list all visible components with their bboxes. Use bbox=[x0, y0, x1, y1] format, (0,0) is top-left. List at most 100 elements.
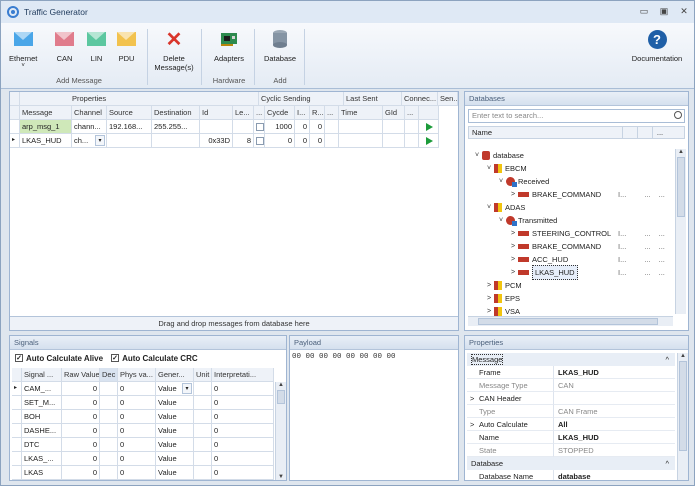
database-search-input[interactable]: Enter text to search... bbox=[468, 109, 685, 123]
property-value[interactable]: All bbox=[554, 418, 675, 431]
signal-name[interactable]: CAM_... bbox=[22, 382, 62, 396]
property-row[interactable]: > CAN Header bbox=[467, 392, 675, 405]
col-unit[interactable]: Unit bbox=[194, 368, 212, 382]
chevron-down-icon[interactable]: ˅ bbox=[484, 162, 494, 175]
signal-interpretation[interactable]: 0 bbox=[212, 396, 274, 410]
chevron-down-icon[interactable]: ˅ bbox=[484, 201, 494, 214]
row-destination[interactable]: 255.255... bbox=[152, 120, 200, 134]
signal-generator[interactable]: Value bbox=[156, 396, 194, 410]
documentation-button[interactable]: ? Documentation bbox=[625, 27, 689, 63]
property-row[interactable]: Name LKAS_HUD bbox=[467, 431, 675, 444]
row-source[interactable] bbox=[107, 134, 152, 148]
signals-scrollbar[interactable]: ▲ ▼ bbox=[275, 382, 286, 480]
can-button[interactable]: CAN bbox=[55, 27, 74, 63]
property-value[interactable]: CAN bbox=[554, 379, 675, 392]
signal-name[interactable]: LKAS bbox=[22, 466, 62, 480]
col-gid[interactable]: GId bbox=[383, 106, 405, 120]
signal-phys-value[interactable]: 0 bbox=[118, 438, 156, 452]
signal-phys-value[interactable]: 0 bbox=[118, 452, 156, 466]
signal-phys-value[interactable]: 0 bbox=[118, 382, 156, 396]
property-row[interactable]: Message Type CAN bbox=[467, 379, 675, 392]
signal-row[interactable]: LKAS_... 0 0 Value 0 bbox=[12, 452, 274, 466]
signal-name[interactable]: LKAS_... bbox=[22, 452, 62, 466]
signal-row[interactable]: SET_M... 0 0 Value 0 bbox=[12, 396, 274, 410]
signal-raw-value[interactable]: 0 bbox=[62, 438, 100, 452]
collapse-icon[interactable]: ^ bbox=[665, 457, 669, 470]
property-value[interactable]: database bbox=[554, 470, 675, 480]
col-connection-more[interactable]: ... bbox=[405, 106, 419, 120]
chevron-right-icon[interactable]: > bbox=[508, 253, 518, 266]
drop-hint[interactable]: Drag and drop messages from database her… bbox=[10, 316, 458, 330]
row-channel[interactable]: chann... bbox=[72, 120, 107, 134]
tree-horizontal-scrollbar[interactable] bbox=[468, 316, 673, 326]
property-row[interactable]: Type CAN Frame bbox=[467, 405, 675, 418]
tree-node[interactable]: ˅ Transmitted bbox=[496, 214, 557, 227]
payload-bytes[interactable]: 00 00 00 00 00 00 00 00 bbox=[290, 350, 458, 364]
ethernet-dropdown-icon[interactable]: ˅ bbox=[21, 63, 25, 69]
signal-interpretation[interactable]: 0 bbox=[212, 438, 274, 452]
chevron-right-icon[interactable]: > bbox=[508, 227, 518, 240]
signal-interpretation[interactable]: 0 bbox=[212, 452, 274, 466]
signal-unit[interactable] bbox=[194, 452, 212, 466]
signal-row[interactable]: ▸ CAM_... 0 0 Value ▾ 0 bbox=[12, 382, 274, 396]
signal-unit[interactable] bbox=[194, 466, 212, 480]
signal-phys-value[interactable]: 0 bbox=[118, 410, 156, 424]
signal-raw-format[interactable] bbox=[100, 396, 118, 410]
signal-unit[interactable] bbox=[194, 410, 212, 424]
search-icon[interactable] bbox=[674, 111, 682, 119]
cyclic-checkbox[interactable] bbox=[256, 137, 264, 146]
chevron-right-icon[interactable]: > bbox=[508, 266, 518, 279]
col-signal[interactable]: Signal ... bbox=[22, 368, 62, 382]
tree-vertical-scrollbar[interactable]: ▲ bbox=[675, 149, 686, 314]
scroll-down-icon[interactable]: ▼ bbox=[276, 474, 286, 480]
scroll-thumb[interactable] bbox=[677, 157, 685, 217]
tree-node[interactable]: ˅ ADAS bbox=[484, 201, 525, 214]
col-channel[interactable]: Channel bbox=[72, 106, 107, 120]
collapse-icon[interactable]: ^ bbox=[665, 353, 669, 366]
signal-phys-value[interactable]: 0 bbox=[118, 424, 156, 438]
signal-interpretation[interactable]: 0 bbox=[212, 466, 274, 480]
ethernet-button[interactable]: Ethernet ˅ bbox=[9, 27, 37, 69]
tree-node[interactable]: > PCM bbox=[484, 279, 522, 292]
scroll-up-icon[interactable]: ▲ bbox=[678, 353, 688, 359]
signal-raw-value[interactable]: 0 bbox=[62, 410, 100, 424]
property-row[interactable]: State STOPPED bbox=[467, 444, 675, 457]
property-row[interactable]: Database Name database bbox=[467, 470, 675, 480]
row-message[interactable]: LKAS_HUD bbox=[20, 134, 72, 148]
table-row[interactable]: ▸ LKAS_HUD ch... ▾ 0x33D 8 0 0 0 bbox=[10, 134, 439, 148]
col-last-sent-flag[interactable]: ... bbox=[325, 106, 339, 120]
adapters-button[interactable]: Adapters bbox=[209, 27, 249, 63]
tree-node[interactable]: > LKAS_HUD I......... bbox=[508, 265, 665, 280]
expand-chevron-icon[interactable]: > bbox=[470, 418, 474, 431]
chevron-right-icon[interactable]: > bbox=[508, 188, 518, 201]
col-i[interactable]: I... bbox=[295, 106, 310, 120]
col-raw-value[interactable]: Raw Value bbox=[62, 368, 100, 382]
row-length[interactable]: 8 bbox=[233, 134, 254, 148]
expand-chevron-icon[interactable]: > bbox=[470, 392, 474, 405]
row-id[interactable]: 0x33D bbox=[200, 134, 233, 148]
signal-raw-value[interactable]: 0 bbox=[62, 382, 100, 396]
tree-node[interactable]: > EPS bbox=[484, 292, 520, 305]
signal-generator[interactable]: Value ▾ bbox=[156, 382, 194, 396]
signal-raw-value[interactable]: 0 bbox=[62, 396, 100, 410]
col-id[interactable]: Id bbox=[200, 106, 233, 120]
properties-scrollbar[interactable]: ▲ bbox=[677, 353, 688, 480]
tree-node[interactable]: > BRAKE_COMMAND I......... bbox=[508, 240, 665, 253]
signal-raw-value[interactable]: 0 bbox=[62, 452, 100, 466]
database-button[interactable]: Database bbox=[259, 27, 301, 63]
signal-interpretation[interactable]: 0 bbox=[212, 424, 274, 438]
signal-generator[interactable]: Value bbox=[156, 466, 194, 480]
scroll-thumb[interactable] bbox=[679, 361, 687, 451]
tree-node[interactable]: ˅ EBCM bbox=[484, 162, 527, 175]
tree-node[interactable]: ˅ database bbox=[472, 149, 524, 162]
lin-button[interactable]: LIN bbox=[87, 27, 106, 63]
tree-node[interactable]: ˅ Received bbox=[496, 175, 549, 188]
col-length[interactable]: Le... bbox=[233, 106, 254, 120]
maximize-icon[interactable]: ▣ bbox=[658, 5, 670, 17]
signal-interpretation[interactable]: 0 bbox=[212, 382, 274, 396]
chevron-down-icon[interactable]: ˅ bbox=[496, 175, 506, 188]
chevron-right-icon[interactable]: > bbox=[484, 292, 494, 305]
signal-interpretation[interactable]: 0 bbox=[212, 410, 274, 424]
tree-col-more[interactable]: ... bbox=[652, 127, 667, 138]
h-scroll-thumb[interactable] bbox=[478, 318, 658, 325]
